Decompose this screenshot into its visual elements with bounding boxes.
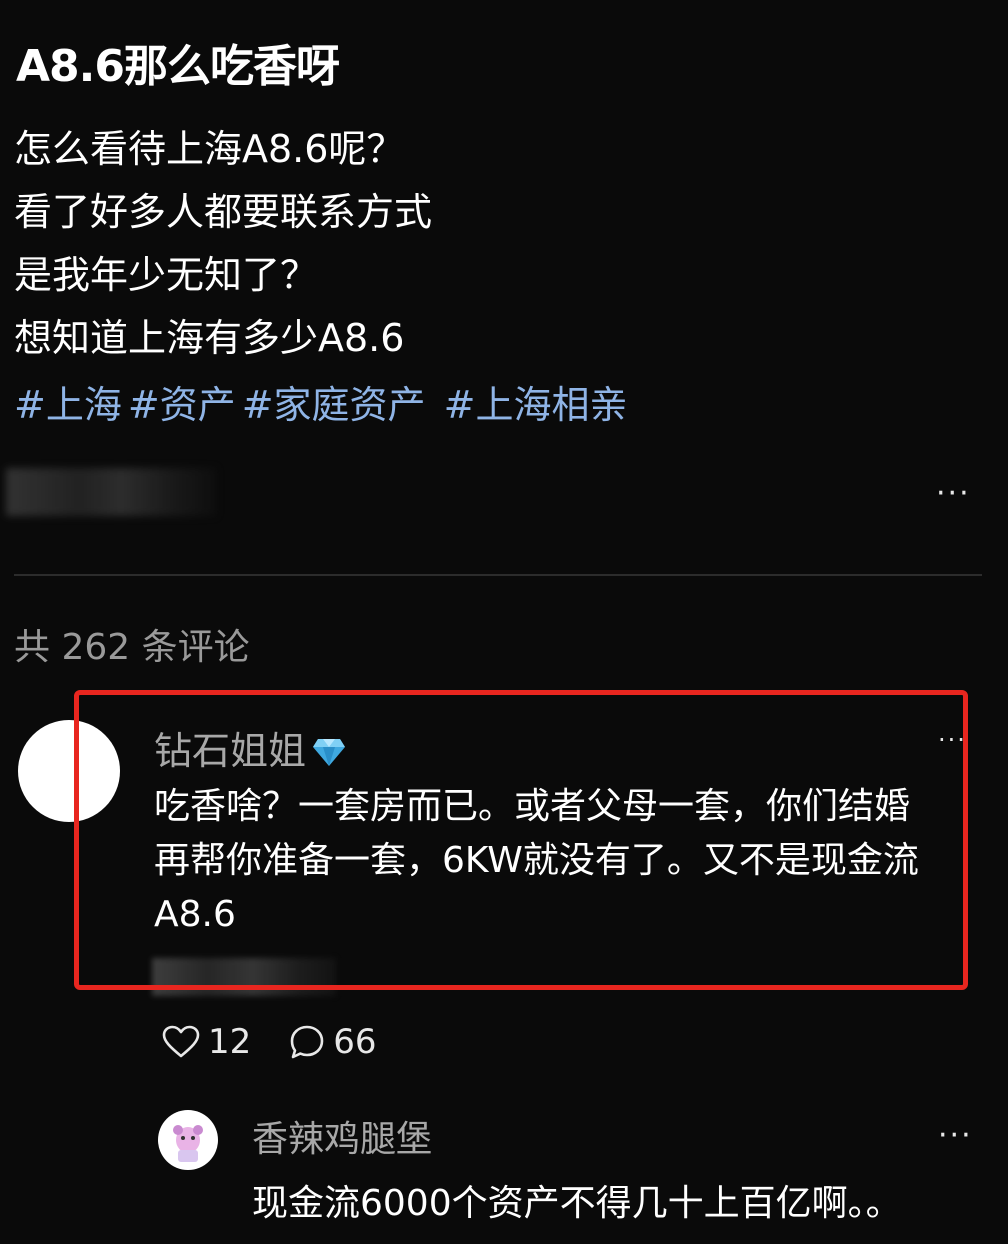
hashtag-link[interactable]: #资产 xyxy=(128,383,236,427)
hashtag-link[interactable]: #上海 xyxy=(14,383,122,427)
blurred-post-meta xyxy=(6,468,216,516)
hashtag-link[interactable]: #上海相亲 xyxy=(444,383,628,427)
post-line: 看了好多人都要联系方式 xyxy=(14,190,433,234)
reply-text: 现金流6000个资产不得几十上百亿啊。。 xyxy=(252,1183,902,1224)
hashtag-link[interactable]: #家庭资产 xyxy=(242,383,426,427)
reply-count: 66 xyxy=(333,1022,377,1062)
comment-count: 共 262 条评论 xyxy=(14,627,250,668)
like-count: 12 xyxy=(208,1022,252,1062)
highlight-frame xyxy=(74,690,968,990)
divider xyxy=(14,574,982,576)
speech-bubble-icon xyxy=(290,1025,324,1059)
heart-icon xyxy=(162,1025,200,1058)
comment-actions: 12 66 xyxy=(162,1022,415,1062)
post-line: 想知道上海有多少A8.6 xyxy=(14,316,405,360)
avatar[interactable] xyxy=(158,1110,218,1170)
like-button[interactable]: 12 xyxy=(162,1022,251,1062)
reply-more-button[interactable]: ··· xyxy=(938,1118,973,1153)
reply-username[interactable]: 香辣鸡腿堡 xyxy=(252,1110,432,1162)
post-body: 怎么看待上海A8.6呢？ 看了好多人都要联系方式 是我年少无知了？ 想知道上海有… xyxy=(14,118,994,370)
hashtag-list: #上海 #资产 #家庭资产 #上海相亲 xyxy=(14,374,633,429)
post-more-button[interactable]: ··· xyxy=(936,476,971,511)
cartoon-avatar-icon xyxy=(173,1125,203,1162)
reply-button[interactable]: 66 xyxy=(289,1022,377,1062)
post-line: 怎么看待上海A8.6呢？ xyxy=(14,127,405,171)
post-title: A8.6那么吃香呀 xyxy=(16,41,340,92)
post-line: 是我年少无知了？ xyxy=(14,253,319,297)
